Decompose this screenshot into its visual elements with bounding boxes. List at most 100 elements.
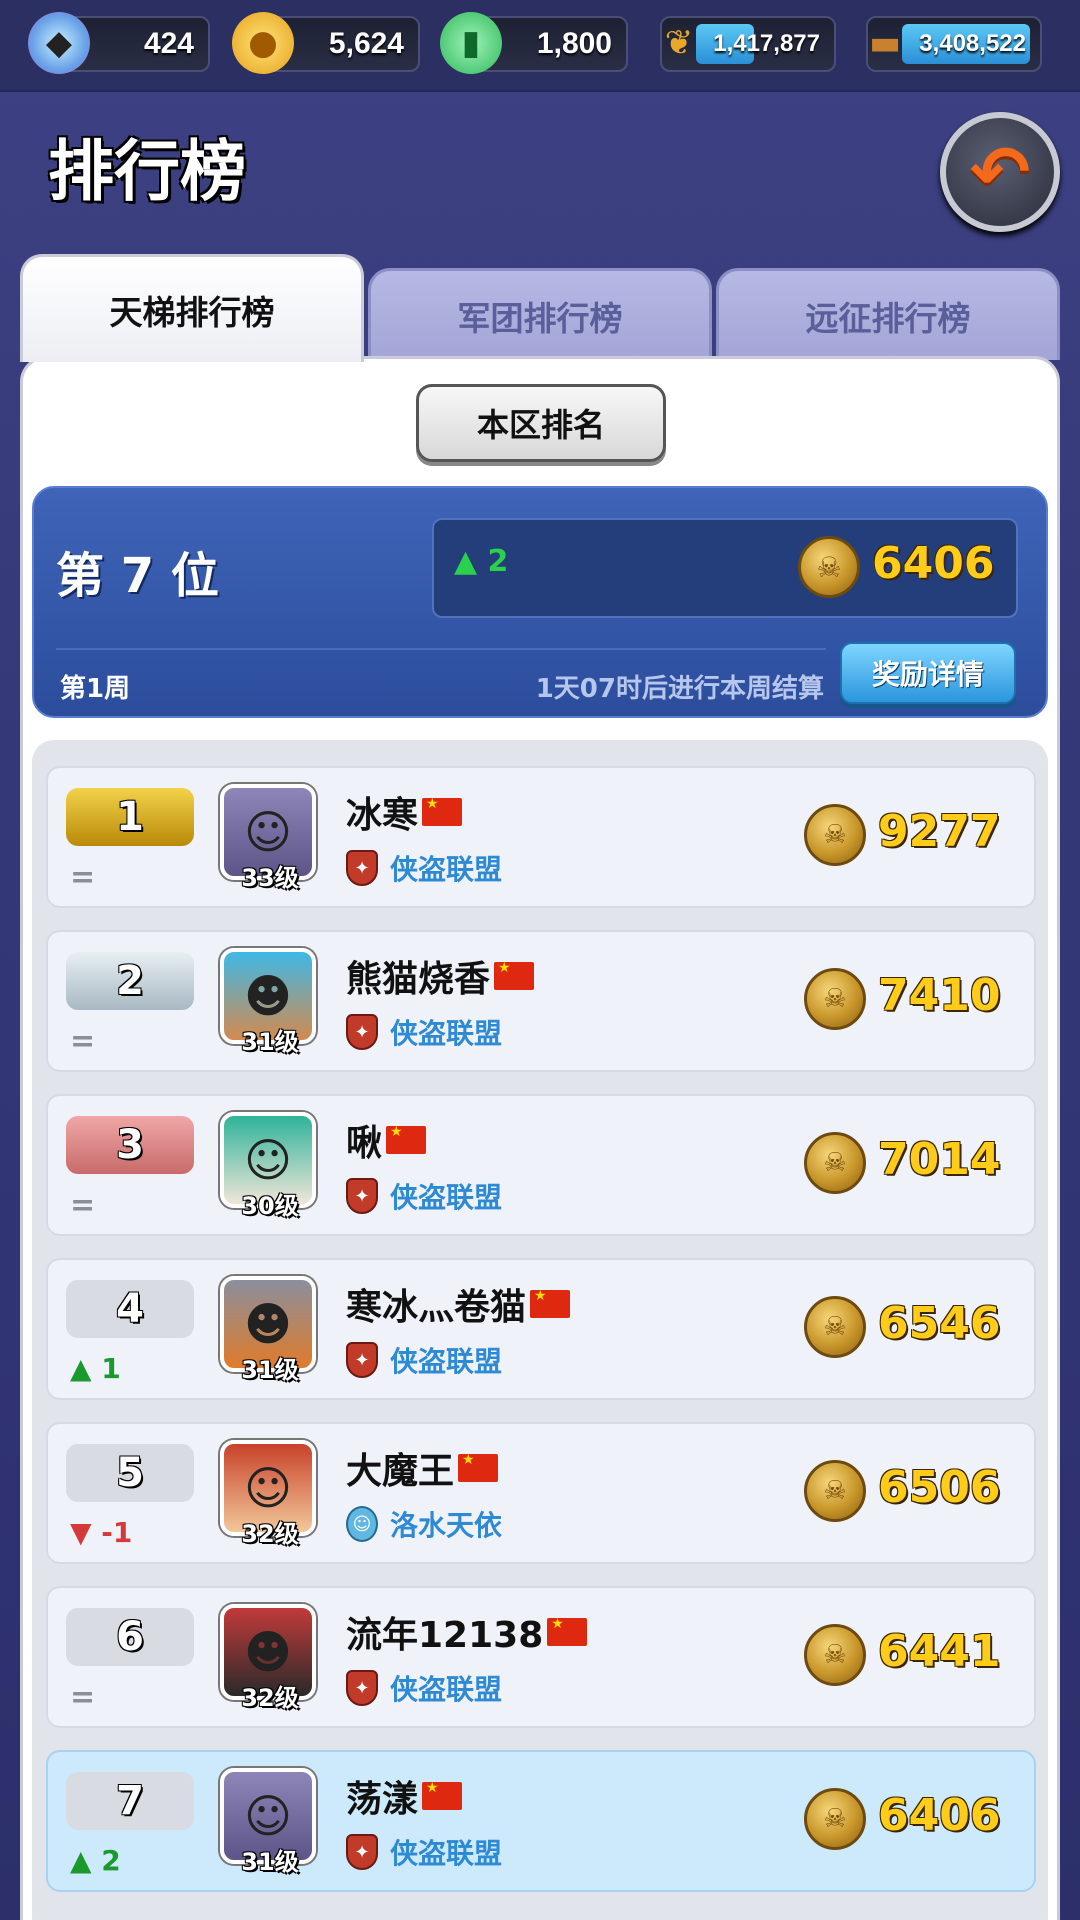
guild-banner-icon: ✦ bbox=[346, 1178, 378, 1214]
player-score: 6546 bbox=[878, 1298, 1001, 1349]
guild-info[interactable]: ☺ 洛水天依 bbox=[346, 1504, 502, 1544]
player-name-wrap: 荡漾 bbox=[346, 1770, 463, 1822]
rank-change: = bbox=[70, 860, 96, 895]
rank-badge: 7 bbox=[66, 1772, 194, 1830]
trophy-coin-icon: ☠ bbox=[804, 1624, 866, 1686]
player-score: 7410 bbox=[878, 970, 1001, 1021]
player-name-wrap: 大魔王 bbox=[346, 1442, 499, 1494]
rank-change: ▲ 1 bbox=[70, 1352, 121, 1385]
my-score: 6406 bbox=[872, 538, 995, 589]
player-name: 大魔王 bbox=[346, 1451, 455, 1492]
rank-badge: 5 bbox=[66, 1444, 194, 1502]
guild-name: 侠盗联盟 bbox=[390, 1673, 503, 1706]
player-name: 冰寒 bbox=[346, 795, 419, 836]
rank-change: ▼ -1 bbox=[70, 1516, 133, 1549]
guild-banner-icon: ✦ bbox=[346, 1834, 378, 1870]
my-rank-text: 第 7 位 bbox=[56, 548, 219, 604]
list-item[interactable]: 2 = ☻ 31级 熊猫烧香 ✦侠盗联盟 ☠ 7410 bbox=[46, 930, 1036, 1072]
resource-bar: ◆ 424 ● 5,624 ▮ 1,800 ❦ 1,417,877 ▬ 3,40… bbox=[0, 0, 1080, 92]
china-flag-icon bbox=[422, 1780, 463, 1810]
trophy-coin-icon: ☠ bbox=[804, 1296, 866, 1358]
player-name: 流年12138 bbox=[346, 1615, 544, 1656]
guild-name: 洛水天依 bbox=[390, 1509, 503, 1542]
player-score: 6506 bbox=[878, 1462, 1001, 1513]
guild-name: 侠盗联盟 bbox=[390, 1181, 503, 1214]
divider bbox=[56, 648, 826, 650]
player-level: 31级 bbox=[241, 1356, 299, 1384]
list-item[interactable]: 5 ▼ -1 ☺ 32级 大魔王 ☺ 洛水天依 ☠ 6506 bbox=[46, 1422, 1036, 1564]
gem-value: 424 bbox=[143, 27, 194, 60]
wheat-icon: ❦ bbox=[664, 23, 694, 63]
jade-value: 1,800 bbox=[536, 27, 612, 60]
list-item-current-player[interactable]: 7 ▲ 2 ☺ 31级 荡漾 ✦侠盗联盟 ☠ 6406 bbox=[46, 1750, 1036, 1892]
tab-ladder-ranking[interactable]: 天梯排行榜 bbox=[20, 254, 364, 362]
gem-icon: ◆ bbox=[28, 12, 90, 74]
jade-token-icon: ▮ bbox=[440, 12, 502, 74]
trophy-coin-icon: ☠ bbox=[804, 1132, 866, 1194]
guild-name: 侠盗联盟 bbox=[390, 1345, 503, 1378]
page-title: 排行榜 bbox=[48, 133, 246, 210]
guild-name: 侠盗联盟 bbox=[390, 1017, 503, 1050]
player-level: 32级 bbox=[241, 1520, 299, 1548]
guild-info[interactable]: ✦ 侠盗联盟 bbox=[346, 1668, 502, 1708]
gold-value: 5,624 bbox=[328, 27, 404, 60]
guild-info[interactable]: ✦ 侠盗联盟 bbox=[346, 1012, 502, 1052]
my-rank-change: ▲ 2 bbox=[454, 544, 509, 579]
gold-counter[interactable]: ● 5,624 bbox=[232, 12, 420, 74]
guild-info[interactable]: ✦ 侠盗联盟 bbox=[346, 1340, 502, 1380]
rank-badge: 1 bbox=[66, 788, 194, 846]
rank-badge: 6 bbox=[66, 1608, 194, 1666]
player-level: 31级 bbox=[241, 1028, 299, 1056]
guild-info[interactable]: ✦ 侠盗联盟 bbox=[346, 848, 502, 888]
list-item[interactable]: 3 = ☺ 30级 啾 ✦侠盗联盟 ☠ 7014 bbox=[46, 1094, 1036, 1236]
server-ranking-button[interactable]: 本区排名 bbox=[416, 384, 666, 462]
player-score: 6441 bbox=[878, 1626, 1001, 1677]
china-flag-icon bbox=[386, 1124, 427, 1154]
reward-details-button[interactable]: 奖励详情 bbox=[840, 642, 1016, 704]
trophy-coin-icon: ☠ bbox=[804, 804, 866, 866]
china-flag-icon bbox=[458, 1452, 499, 1482]
player-name: 寒冰灬卷猫 bbox=[346, 1287, 527, 1328]
player-name: 熊猫烧香 bbox=[346, 959, 491, 1000]
settlement-countdown: 1天07时后进行本周结算 bbox=[535, 674, 824, 704]
player-level: 30级 bbox=[241, 1192, 299, 1220]
player-name-wrap: 啾 bbox=[346, 1114, 427, 1166]
player-level: 32级 bbox=[241, 1684, 299, 1712]
rank-change: = bbox=[70, 1024, 96, 1059]
trophy-coin-icon: ☠ bbox=[798, 536, 860, 598]
wheat-counter[interactable]: ❦ 1,417,877 bbox=[660, 16, 836, 72]
guild-banner-icon: ✦ bbox=[346, 1670, 378, 1706]
jade-counter[interactable]: ▮ 1,800 bbox=[440, 12, 628, 74]
player-name-wrap: 流年12138 bbox=[346, 1606, 588, 1658]
china-flag-icon bbox=[494, 960, 535, 990]
wood-value: 3,408,522 bbox=[919, 30, 1026, 57]
back-arrow-icon: ↶ bbox=[969, 130, 1031, 214]
week-label: 第1周 bbox=[60, 674, 131, 704]
guild-banner-icon: ✦ bbox=[346, 1342, 378, 1378]
gem-counter[interactable]: ◆ 424 bbox=[28, 12, 210, 74]
back-button[interactable]: ↶ bbox=[940, 112, 1060, 232]
wheat-value: 1,417,877 bbox=[713, 30, 820, 57]
list-item[interactable]: 1 = ☺ 33级 冰寒 ✦侠盗联盟 ☠ 9277 bbox=[46, 766, 1036, 908]
tab-expedition-ranking[interactable]: 远征排行榜 bbox=[716, 268, 1060, 360]
player-name-wrap: 寒冰灬卷猫 bbox=[346, 1278, 571, 1330]
list-item[interactable]: 6 = ☻ 32级 流年12138 ✦侠盗联盟 ☠ 6441 bbox=[46, 1586, 1036, 1728]
guild-info[interactable]: ✦ 侠盗联盟 bbox=[346, 1176, 502, 1216]
china-flag-icon bbox=[530, 1288, 571, 1318]
wood-counter[interactable]: ▬ 3,408,522 bbox=[866, 16, 1042, 72]
guild-info[interactable]: ✦ 侠盗联盟 bbox=[346, 1832, 502, 1872]
guild-mascot-icon: ☺ bbox=[346, 1506, 378, 1542]
tab-legion-ranking[interactable]: 军团排行榜 bbox=[368, 268, 712, 360]
player-level: 33级 bbox=[241, 864, 299, 892]
guild-name: 侠盗联盟 bbox=[390, 853, 503, 886]
player-level: 31级 bbox=[241, 1848, 299, 1876]
list-item[interactable]: 4 ▲ 1 ☻ 31级 寒冰灬卷猫 ✦侠盗联盟 ☠ 6546 bbox=[46, 1258, 1036, 1400]
rank-change: = bbox=[70, 1188, 96, 1223]
guild-name: 侠盗联盟 bbox=[390, 1837, 503, 1870]
player-name-wrap: 熊猫烧香 bbox=[346, 950, 535, 1002]
rank-badge: 4 bbox=[66, 1280, 194, 1338]
rank-change: = bbox=[70, 1680, 96, 1715]
trophy-coin-icon: ☠ bbox=[804, 1788, 866, 1850]
trophy-coin-icon: ☠ bbox=[804, 968, 866, 1030]
rank-change: ▲ 2 bbox=[70, 1844, 121, 1877]
